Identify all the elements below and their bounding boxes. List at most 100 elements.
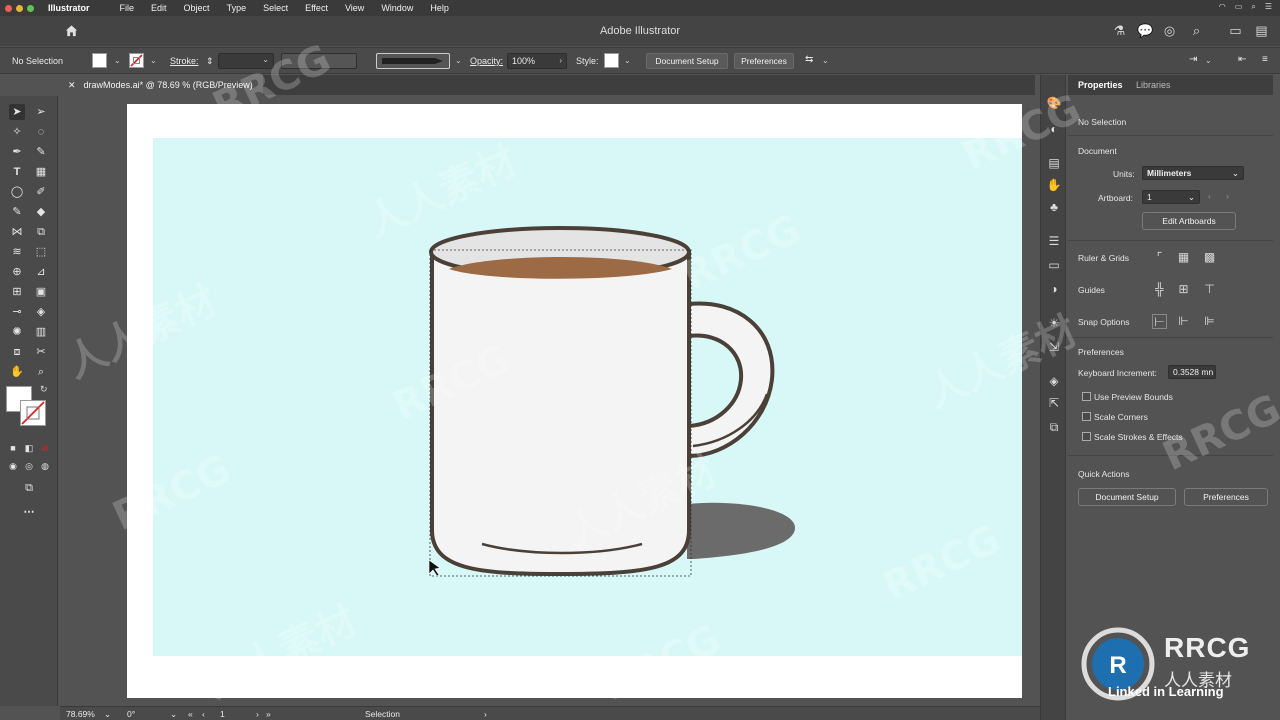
type-tool-icon[interactable]: T — [9, 164, 25, 180]
puppet-warp-icon[interactable]: ✋ — [1046, 177, 1062, 193]
opacity-label[interactable]: Opacity: — [470, 56, 503, 66]
draw-behind-icon[interactable]: ◎ — [21, 458, 37, 474]
gradient-tool-icon[interactable]: ▣ — [33, 284, 49, 300]
selection-tool-icon[interactable]: ➤ — [9, 104, 25, 120]
grid-tool-icon[interactable]: ▦ — [33, 164, 49, 180]
next-artboard-icon[interactable]: › — [1226, 191, 1229, 201]
stroke-label[interactable]: Stroke: — [170, 56, 199, 66]
color-mode-icon[interactable]: ■ — [5, 440, 21, 456]
ruler-icon[interactable]: ⌜ — [1152, 250, 1167, 265]
panel-layout-icon[interactable]: ▤ — [1254, 23, 1269, 38]
document-setup-button[interactable]: Document Setup — [646, 53, 728, 69]
snap-to-grid-icon[interactable]: ⊩ — [1176, 314, 1191, 329]
align-panel-icon[interactable]: ☰ — [1046, 233, 1062, 249]
battery-icon[interactable]: ▭ — [1235, 2, 1243, 12]
zoom-level[interactable]: 78.69% — [66, 709, 95, 719]
preferences-button[interactable]: Preferences — [734, 53, 794, 69]
fill-swatch[interactable] — [92, 53, 107, 68]
zoom-dropdown-chevron[interactable]: ⌄ — [104, 709, 111, 720]
variable-width-profile[interactable] — [281, 53, 357, 69]
scale-corners-checkbox[interactable] — [1082, 412, 1091, 421]
free-transform-tool-icon[interactable]: ⬚ — [33, 244, 49, 260]
symbol-sprayer-tool-icon[interactable]: ✺ — [9, 324, 25, 340]
lasso-tool-icon[interactable]: ◌ — [33, 124, 49, 140]
menu-type[interactable]: Type — [227, 3, 247, 13]
lock-guides-icon[interactable]: ⊤ — [1202, 282, 1217, 297]
appearance-icon[interactable]: ◑ — [1046, 281, 1062, 297]
eyedropper-tool-icon[interactable]: ⊸ — [9, 304, 25, 320]
stroke-swatch[interactable] — [129, 53, 144, 68]
menu-file[interactable]: File — [120, 3, 135, 13]
stroke-dropdown-chevron[interactable]: ⌄ — [150, 56, 157, 65]
zoom-tool-icon[interactable]: ⌕ — [33, 364, 49, 380]
paintbrush-tool-icon[interactable]: ✐ — [33, 184, 49, 200]
symbols-icon[interactable]: ♣ — [1046, 199, 1062, 215]
comments-icon[interactable]: 💬 — [1137, 23, 1153, 38]
first-artboard-icon[interactable]: « — [188, 709, 193, 719]
swap-fill-stroke-icon[interactable]: ↻ — [40, 384, 48, 395]
none-mode-icon[interactable]: ⊘ — [37, 440, 53, 456]
screen-mode-icon[interactable]: ⧉ — [21, 480, 37, 496]
keyboard-increment-input[interactable]: 0.3528 mn — [1168, 365, 1216, 379]
stroke-weight-stepper[interactable]: ⇕ — [206, 56, 214, 67]
curvature-tool-icon[interactable]: ✎ — [33, 144, 49, 160]
edit-artboards-button[interactable]: Edit Artboards — [1142, 212, 1236, 230]
column-graph-tool-icon[interactable]: ▥ — [33, 324, 49, 340]
tab-libraries[interactable]: Libraries — [1136, 80, 1171, 90]
control-center-icon[interactable]: ☰ — [1265, 2, 1272, 12]
artboard[interactable] — [127, 104, 1022, 698]
menu-effect[interactable]: Effect — [305, 3, 328, 13]
search-icon[interactable]: ⌕ — [1189, 23, 1204, 38]
arrange-icon[interactable]: ⇆ — [805, 54, 813, 65]
transform-icon[interactable]: ⇤ — [1238, 54, 1246, 65]
tab-properties[interactable]: Properties — [1078, 80, 1123, 90]
show-guides-icon[interactable]: ╬ — [1152, 282, 1167, 297]
scale-tool-icon[interactable]: ⧉ — [33, 224, 49, 240]
gradient-mode-icon[interactable]: ◧ — [21, 440, 37, 456]
next-artboard-icon[interactable]: › — [256, 709, 259, 719]
menu-select[interactable]: Select — [263, 3, 288, 13]
quick-document-setup-button[interactable]: Document Setup — [1078, 488, 1176, 506]
previous-artboard-icon[interactable]: ‹ — [202, 709, 205, 719]
fill-dropdown-chevron[interactable]: ⌄ — [114, 56, 121, 65]
warp-tool-icon[interactable]: ≋ — [9, 244, 25, 260]
mesh-tool-icon[interactable]: ⊞ — [9, 284, 25, 300]
perspective-grid-tool-icon[interactable]: ⊿ — [33, 264, 49, 280]
style-dropdown-chevron[interactable]: ⌄ — [624, 56, 631, 65]
align-dropdown-chevron[interactable]: ⌄ — [1205, 56, 1212, 65]
rotation-value[interactable]: 0° — [127, 709, 135, 719]
gradient-panel-icon[interactable]: ▭ — [1046, 257, 1062, 273]
workspace-switcher-icon[interactable]: ▭ — [1228, 23, 1243, 38]
close-window-button[interactable] — [5, 4, 12, 12]
draw-inside-icon[interactable]: ◍ — [37, 458, 53, 474]
menu-window[interactable]: Window — [381, 3, 413, 13]
slice-tool-icon[interactable]: ✂ — [33, 344, 49, 360]
menu-app-name[interactable]: Illustrator — [48, 3, 90, 13]
artboard-tool-icon[interactable]: ⧈ — [9, 344, 25, 360]
previous-artboard-icon[interactable]: ‹ — [1208, 191, 1211, 201]
eraser-tool-icon[interactable]: ◆ — [33, 204, 49, 220]
shaper-tool-icon[interactable]: ✎ — [9, 204, 25, 220]
direct-selection-tool-icon[interactable]: ➢ — [33, 104, 49, 120]
fill-stroke-widget[interactable]: ↻ — [6, 384, 50, 426]
menu-object[interactable]: Object — [184, 3, 210, 13]
zoom-window-button[interactable] — [27, 4, 34, 12]
arrange-dropdown-chevron[interactable]: ⌄ — [822, 56, 829, 65]
brush-definition-dropdown[interactable] — [376, 53, 450, 69]
scale-strokes-effects-checkbox[interactable] — [1082, 432, 1091, 441]
graphic-styles-icon[interactable]: ☀ — [1046, 315, 1062, 331]
close-tab-icon[interactable]: ✕ — [68, 80, 76, 91]
stroke-panel-icon[interactable]: ◐ — [1046, 121, 1062, 137]
menu-edit[interactable]: Edit — [151, 3, 167, 13]
ellipse-tool-icon[interactable]: ◯ — [9, 184, 25, 200]
quick-preferences-button[interactable]: Preferences — [1184, 488, 1268, 506]
grid-icon[interactable]: ▦ — [1176, 250, 1191, 265]
pen-tool-icon[interactable]: ✒ — [9, 144, 25, 160]
shape-builder-tool-icon[interactable]: ⊕ — [9, 264, 25, 280]
brush-dropdown-chevron[interactable]: ⌄ — [455, 56, 462, 65]
control-bar-menu-icon[interactable]: ≡ — [1262, 54, 1268, 65]
artboard-number[interactable]: 1 — [220, 709, 225, 719]
status-menu-chevron[interactable]: › — [484, 709, 487, 719]
color-guide-icon[interactable]: 🎨 — [1046, 95, 1062, 111]
draw-normal-icon[interactable]: ◉ — [5, 458, 21, 474]
